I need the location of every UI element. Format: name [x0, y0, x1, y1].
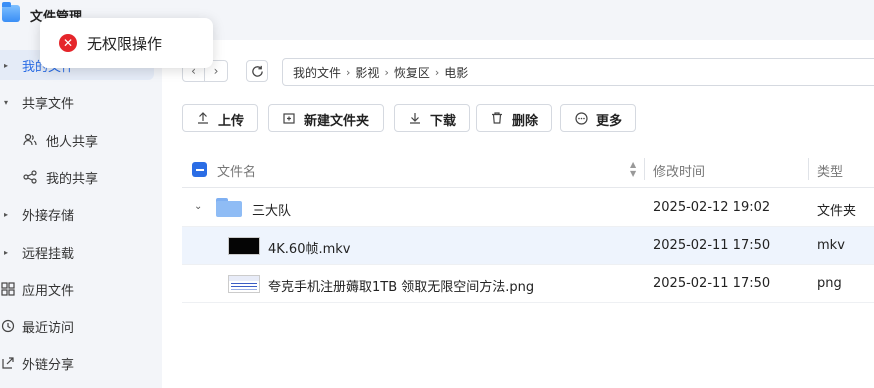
sidebar-item-label: 共享文件 [22, 96, 75, 112]
file-modified: 2025-02-12 19:02 [653, 200, 771, 215]
sidebar: ▸ 我的文件 ▾ 共享文件 他人共享 我的共享 ▸ 外接存储 ▸ 远程挂载 应用… [0, 40, 162, 388]
refresh-icon [251, 65, 263, 77]
file-modified: 2025-02-11 17:50 [653, 276, 771, 291]
file-name: 4K.60帧.mkv [268, 242, 351, 257]
column-header-type[interactable]: 类型 [817, 161, 843, 180]
sidebar-item-others-shared[interactable]: 他人共享 [0, 125, 162, 155]
image-thumbnail [228, 275, 260, 293]
more-icon [574, 111, 588, 125]
file-type: 文件夹 [817, 204, 857, 219]
column-header-name[interactable]: 文件名 [217, 161, 256, 180]
chevron-right-icon: ▸ [4, 209, 9, 219]
breadcrumb-item[interactable]: 电影 [444, 64, 468, 81]
more-button[interactable]: 更多 [560, 104, 636, 132]
folder-app-icon [2, 2, 20, 22]
new-folder-button[interactable]: 新建文件夹 [268, 104, 384, 132]
upload-icon [196, 111, 210, 125]
link-icon [0, 355, 16, 371]
sidebar-item-label: 最近访问 [22, 320, 75, 336]
file-type: mkv [817, 238, 845, 253]
download-button[interactable]: 下载 [394, 104, 470, 132]
refresh-button[interactable] [246, 60, 268, 82]
table-row[interactable]: 夸克手机注册薅取1TB 领取无限空间方法.png 2025-02-11 17:5… [182, 265, 874, 303]
breadcrumb-item[interactable]: 恢复区 [394, 64, 430, 81]
chevron-down-icon: ▾ [4, 97, 9, 107]
breadcrumb-item[interactable]: 我的文件 [293, 64, 341, 81]
chevron-right-icon: ▸ [4, 60, 9, 70]
error-toast: ✕ 无权限操作 [40, 18, 213, 68]
select-all-checkbox[interactable] [192, 162, 207, 177]
folder-icon [216, 196, 242, 217]
people-icon [22, 132, 38, 148]
sidebar-item-label: 他人共享 [46, 134, 99, 150]
error-icon: ✕ [59, 34, 77, 52]
share-icon [22, 169, 38, 185]
sidebar-item-link-share[interactable]: 外链分享 [0, 348, 162, 378]
clock-icon [0, 318, 16, 334]
file-type: png [817, 276, 842, 291]
sidebar-item-my-shares[interactable]: 我的共享 [0, 162, 162, 192]
chevron-right-icon: › [213, 64, 219, 78]
breadcrumb-item[interactable]: 影视 [355, 64, 379, 81]
chevron-right-icon: ▸ [4, 247, 9, 257]
chevron-right-icon: › [384, 65, 389, 79]
sidebar-item-remote-mount[interactable]: ▸ 远程挂载 [0, 237, 162, 267]
chevron-right-icon: › [434, 65, 440, 79]
file-name: 三大队 [252, 204, 292, 219]
toast-message: 无权限操作 [87, 35, 163, 53]
main-panel: ‹ › 我的文件 › 影视 › 恢复区 › 电影 上传 新建文件夹 下载 删除 … [162, 40, 874, 388]
table-header: 文件名 ▲ ▼ 修改时间 类型 [182, 150, 874, 188]
chevron-right-icon: › [346, 65, 351, 79]
sidebar-item-external-storage[interactable]: ▸ 外接存储 [0, 199, 162, 229]
file-modified: 2025-02-11 17:50 [653, 238, 771, 253]
sort-icon[interactable]: ▲ ▼ [630, 160, 636, 178]
sidebar-item-label: 外接存储 [22, 208, 75, 224]
chevron-down-icon[interactable]: ⌄ [194, 201, 202, 212]
file-name: 夸克手机注册薅取1TB 领取无限空间方法.png [268, 280, 535, 295]
grid-icon [0, 281, 16, 297]
video-thumbnail [228, 237, 260, 255]
sidebar-item-recent[interactable]: 最近访问 [0, 311, 162, 341]
sidebar-item-label: 我的共享 [46, 171, 99, 187]
upload-button[interactable]: 上传 [182, 104, 258, 132]
sidebar-item-shared-files[interactable]: ▾ 共享文件 [0, 87, 162, 117]
breadcrumb: 我的文件 › 影视 › 恢复区 › 电影 [282, 58, 874, 86]
download-icon [408, 111, 422, 125]
column-divider[interactable] [644, 158, 645, 180]
column-header-modified[interactable]: 修改时间 [653, 161, 705, 180]
new-folder-icon [282, 111, 296, 125]
column-divider[interactable] [808, 158, 809, 180]
trash-icon [490, 111, 504, 125]
sidebar-item-app-files[interactable]: 应用文件 [0, 274, 162, 304]
delete-button[interactable]: 删除 [476, 104, 552, 132]
table-row[interactable]: ⌄ 三大队 2025-02-12 19:02 文件夹 [182, 189, 874, 227]
sidebar-item-label: 远程挂载 [22, 246, 75, 262]
table-row[interactable]: 4K.60帧.mkv 2025-02-11 17:50 mkv [182, 227, 874, 265]
sidebar-item-label: 外链分享 [22, 357, 75, 373]
sidebar-item-label: 应用文件 [22, 283, 75, 299]
